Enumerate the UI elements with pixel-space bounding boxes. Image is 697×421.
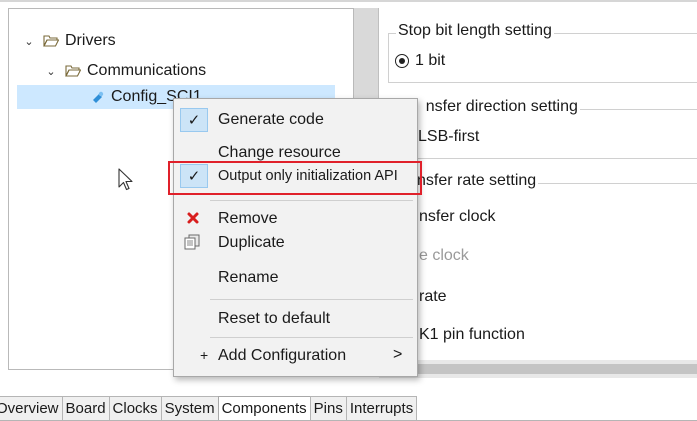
context-menu: ✓ Generate code Change resource ✓ Output… xyxy=(173,98,418,377)
mouse-cursor-icon xyxy=(118,168,134,197)
menu-item-label: Remove xyxy=(218,210,278,227)
base-clock-label: e clock xyxy=(419,247,469,264)
menu-item-add-configuration[interactable]: + Add Configuration > xyxy=(174,342,417,370)
tree-item-communications[interactable]: ⌄ Communications xyxy=(45,59,206,83)
menu-separator xyxy=(210,299,413,300)
plus-icon: + xyxy=(200,347,209,363)
tab-system[interactable]: System xyxy=(160,396,219,421)
menu-item-label: Reset to default xyxy=(218,310,331,327)
stop-bit-title: Stop bit length setting xyxy=(396,22,554,40)
tree-item-drivers[interactable]: ⌄ Drivers xyxy=(23,29,116,53)
folder-open-icon xyxy=(43,35,59,47)
menu-separator xyxy=(210,200,413,201)
tab-interrupts[interactable]: Interrupts xyxy=(345,396,418,421)
chevron-down-icon[interactable]: ⌄ xyxy=(23,35,35,48)
menu-item-duplicate[interactable]: Duplicate xyxy=(174,229,417,257)
submenu-arrow-icon: > xyxy=(393,346,403,363)
folder-open-icon xyxy=(65,65,81,77)
menu-item-label: Add Configuration xyxy=(218,347,347,364)
tab-overview[interactable]: Overview xyxy=(0,396,63,421)
chevron-down-icon[interactable]: ⌄ xyxy=(45,65,57,78)
radio-1bit-label: 1 bit xyxy=(415,52,446,69)
scrollbar-thumb[interactable] xyxy=(399,364,697,374)
transfer-clock-label: nsfer clock xyxy=(419,208,496,225)
component-config-icon xyxy=(91,91,105,103)
menu-item-label: Duplicate xyxy=(218,234,285,251)
tab-clocks[interactable]: Clocks xyxy=(108,396,162,421)
tab-pins[interactable]: Pins xyxy=(309,396,347,421)
menu-item-rename[interactable]: Rename xyxy=(174,264,417,292)
checkmark-icon: ✓ xyxy=(180,108,208,132)
editor-tab-bar: Overview Board Clocks System Components … xyxy=(0,396,418,421)
tree-item-label: Drivers xyxy=(65,32,116,49)
transfer-direction-title: Tnsfer direction setting xyxy=(396,98,580,116)
tree-item-label: Communications xyxy=(87,62,207,79)
tab-board[interactable]: Board xyxy=(61,396,110,421)
menu-item-label: Generate code xyxy=(218,111,324,128)
menu-item-label: Change resource xyxy=(218,144,341,161)
pin-function-label: K1 pin function xyxy=(419,326,525,343)
menu-item-label: Rename xyxy=(218,269,279,286)
horizontal-scrollbar[interactable] xyxy=(379,360,697,378)
tab-components[interactable]: Components xyxy=(217,396,311,421)
menu-item-generate-code[interactable]: ✓ Generate code xyxy=(174,106,417,134)
transfer-rate-title: nsfer rate setting xyxy=(415,172,539,190)
radio-1bit[interactable] xyxy=(395,54,409,68)
top-border xyxy=(0,0,697,2)
properties-panel: Stop bit length setting 1 bit Tnsfer dir… xyxy=(378,8,697,378)
highlight-annotation-box xyxy=(168,161,422,195)
menu-item-reset-default[interactable]: Reset to default xyxy=(174,305,417,333)
remove-icon xyxy=(186,211,200,230)
transfer-direction-value: LSB-first xyxy=(418,128,480,145)
menu-separator xyxy=(210,337,413,338)
duplicate-icon xyxy=(184,234,200,255)
bit-rate-label: rate xyxy=(419,288,447,305)
